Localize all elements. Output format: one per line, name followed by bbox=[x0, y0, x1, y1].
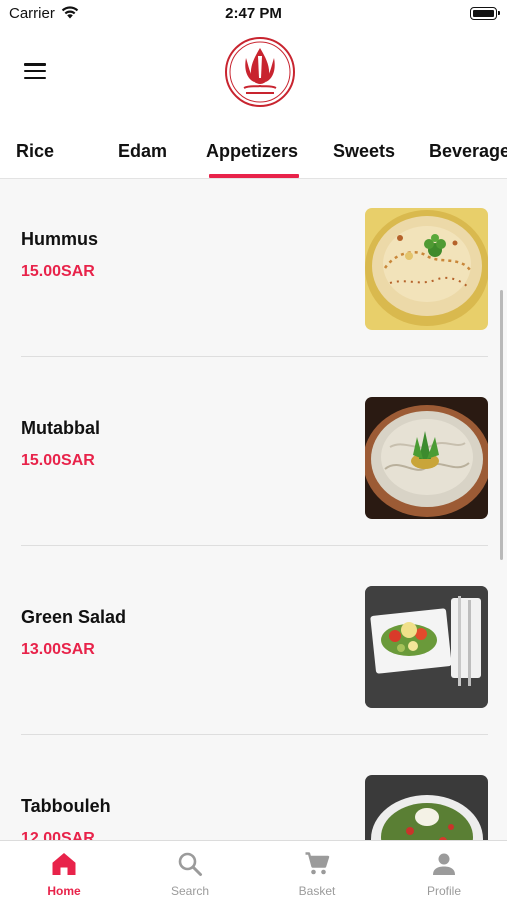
status-time: 2:47 PM bbox=[225, 5, 282, 22]
nav-basket[interactable]: Basket bbox=[254, 841, 380, 900]
app-header bbox=[0, 30, 507, 130]
tab-appetizers[interactable]: Appetizers bbox=[206, 141, 298, 162]
item-name: Green Salad bbox=[21, 607, 127, 627]
tab-sweets[interactable]: Sweets bbox=[333, 141, 395, 162]
tab-rice[interactable]: Rice bbox=[16, 141, 54, 162]
nav-profile[interactable]: Profile bbox=[381, 841, 507, 900]
person-icon bbox=[433, 853, 455, 875]
item-name: Mutabbal bbox=[21, 418, 100, 438]
item-price: 12.00SAR bbox=[21, 830, 95, 840]
item-price: 15.00SAR bbox=[21, 452, 95, 469]
item-divider bbox=[21, 356, 488, 357]
hamburger-menu-icon[interactable] bbox=[24, 63, 46, 80]
menu-item-tabbouleh[interactable]: Tabbouleh 12.00SAR bbox=[0, 747, 507, 840]
item-divider bbox=[21, 545, 488, 546]
item-name: Hummus bbox=[21, 229, 99, 249]
scrollbar[interactable] bbox=[500, 290, 503, 560]
menu-item-hummus[interactable]: Hummus 15.00SAR bbox=[0, 180, 507, 369]
active-tab-indicator bbox=[209, 174, 299, 178]
tabbouleh-photo bbox=[365, 775, 488, 840]
bottom-nav: Home Search Basket Profile bbox=[0, 840, 507, 900]
battery-icon bbox=[470, 7, 500, 20]
category-tabs: Rice Edam Appetizers Sweets Beverages bbox=[0, 130, 507, 179]
nav-search-label: Search bbox=[170, 884, 210, 898]
restaurant-logo-icon bbox=[225, 37, 295, 107]
item-name: Tabbouleh bbox=[21, 796, 111, 816]
nav-home[interactable]: Home bbox=[1, 841, 127, 900]
home-icon bbox=[52, 853, 76, 875]
green-salad-photo bbox=[365, 586, 488, 708]
cart-icon bbox=[305, 852, 330, 875]
status-bar: Carrier 2:47 PM bbox=[0, 0, 507, 30]
tab-beverages[interactable]: Beverages bbox=[429, 141, 507, 162]
search-icon bbox=[178, 852, 202, 876]
mutabbal-photo bbox=[365, 397, 488, 519]
menu-item-green-salad[interactable]: Green Salad 13.00SAR bbox=[0, 558, 507, 747]
tab-edam[interactable]: Edam bbox=[118, 141, 167, 162]
item-price: 15.00SAR bbox=[21, 263, 95, 280]
nav-home-label: Home bbox=[47, 884, 81, 898]
hummus-photo bbox=[365, 208, 488, 330]
menu-item-mutabbal[interactable]: Mutabbal 15.00SAR bbox=[0, 369, 507, 558]
nav-search[interactable]: Search bbox=[127, 841, 253, 900]
nav-profile-label: Profile bbox=[426, 884, 461, 898]
item-divider bbox=[21, 734, 488, 735]
item-price: 13.00SAR bbox=[21, 641, 95, 658]
menu-item-list[interactable]: Hummus 15.00SAR Mutabbal 15.00SAR Green … bbox=[0, 180, 507, 840]
nav-basket-label: Basket bbox=[298, 884, 336, 898]
